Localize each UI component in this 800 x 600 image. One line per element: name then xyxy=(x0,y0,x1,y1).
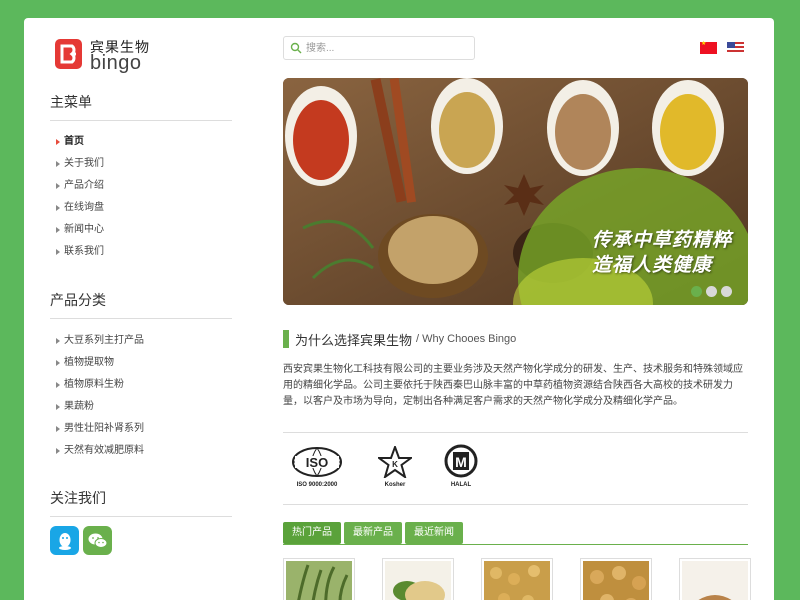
banner-slogan: 传承中草药精粹 造福人类健康 xyxy=(592,228,732,278)
category-menu: 大豆系列主打产品 植物提取物 植物原料生粉 果蔬粉 男性壮阳补肾系列 天然有效减… xyxy=(50,330,232,462)
category-item-extract[interactable]: 植物提取物 xyxy=(50,352,232,374)
slider-dot-2[interactable] xyxy=(706,286,717,297)
iso-icon: ISO xyxy=(292,447,342,477)
product-tabs: 热门产品 最新产品 最近新闻 xyxy=(283,522,463,544)
bingo-logo-icon xyxy=(55,39,82,69)
product-card[interactable] xyxy=(580,558,652,600)
soybeans-closeup-thumbnail xyxy=(583,561,649,600)
menu-item-about[interactable]: 关于我们 xyxy=(50,153,232,175)
category-item-slimming[interactable]: 天然有效减肥原料 xyxy=(50,440,232,462)
qq-icon[interactable] xyxy=(50,526,79,555)
halal-icon: M xyxy=(444,444,478,478)
kosher-label: Kosher xyxy=(384,482,406,488)
product-card[interactable] xyxy=(382,558,454,600)
hero-banner[interactable]: 传承中草药精粹 造福人类健康 xyxy=(283,78,748,305)
menu-item-contact[interactable]: 联系我们 xyxy=(50,241,232,263)
grain-pile-thumbnail xyxy=(682,561,748,600)
halal-label: HALAL xyxy=(450,482,472,488)
soybeans-thumbnail xyxy=(484,561,550,600)
tab-latest-news[interactable]: 最近新闻 xyxy=(405,522,463,544)
search-box[interactable] xyxy=(283,36,475,60)
menu-item-news[interactable]: 新闻中心 xyxy=(50,219,232,241)
menu-item-home[interactable]: 首页 xyxy=(50,131,232,153)
svg-text:M: M xyxy=(455,454,467,470)
us-flag-icon[interactable] xyxy=(727,42,744,54)
iso-cert: ISO ISO 9000:2000 xyxy=(289,446,345,488)
china-flag-icon[interactable] xyxy=(700,40,717,54)
slider-dots xyxy=(691,286,732,297)
category-item-soy[interactable]: 大豆系列主打产品 xyxy=(50,330,232,352)
kosher-icon: K xyxy=(375,444,415,480)
slider-dot-1[interactable] xyxy=(691,286,702,297)
category-item-raw-powder[interactable]: 植物原料生粉 xyxy=(50,374,232,396)
svg-text:ISO: ISO xyxy=(306,455,328,470)
page-container: 宾果生物 bingo 主菜单 首页 关于我们 产品介绍 在线询盘 新闻中心 联系… xyxy=(24,18,774,600)
product-list xyxy=(283,558,751,600)
divider xyxy=(283,504,748,505)
slider-dot-3[interactable] xyxy=(721,286,732,297)
menu-item-inquiry[interactable]: 在线询盘 xyxy=(50,197,232,219)
tab-new-products[interactable]: 最新产品 xyxy=(344,522,402,544)
category-item-fruit-veg-powder[interactable]: 果蔬粉 xyxy=(50,396,232,418)
category-title: 产品分类 xyxy=(50,290,232,319)
soybean-bowl-thumbnail xyxy=(385,561,451,600)
product-card[interactable] xyxy=(481,558,553,600)
product-card[interactable] xyxy=(679,558,751,600)
certifications: ISO ISO 9000:2000 K Kosher M HALAL xyxy=(289,444,481,488)
category-item-male-health[interactable]: 男性壮阳补肾系列 xyxy=(50,418,232,440)
tabs-underline xyxy=(283,544,748,545)
banner-slogan-line1: 传承中草药精粹 xyxy=(591,230,732,251)
search-input[interactable] xyxy=(306,37,471,59)
svg-text:K: K xyxy=(392,460,398,469)
about-heading: 为什么选择宾果生物 / Why Chooes Bingo xyxy=(283,330,516,348)
menu-item-products[interactable]: 产品介绍 xyxy=(50,175,232,197)
divider xyxy=(283,432,748,433)
kosher-cert: K Kosher xyxy=(375,444,415,488)
search-icon xyxy=(290,42,302,54)
social-links xyxy=(50,526,112,555)
brand-logo[interactable]: 宾果生物 bingo xyxy=(54,36,184,76)
tab-hot-products[interactable]: 热门产品 xyxy=(283,522,341,544)
about-title: 为什么选择宾果生物 xyxy=(295,332,413,348)
brand-name-en: bingo xyxy=(90,52,142,74)
halal-cert: M HALAL xyxy=(441,444,481,488)
iso-label: ISO 9000:2000 xyxy=(296,482,338,488)
main-menu: 首页 关于我们 产品介绍 在线询盘 新闻中心 联系我们 xyxy=(50,131,232,263)
follow-title: 关注我们 xyxy=(50,488,232,517)
about-subtitle: / Why Chooes Bingo xyxy=(416,333,517,345)
main-menu-title: 主菜单 xyxy=(50,92,232,121)
wechat-icon[interactable] xyxy=(83,526,112,555)
product-card[interactable] xyxy=(283,558,355,600)
about-description: 西安宾果生物化工科技有限公司的主要业务涉及天然产物化学成分的研发、生产、技术服务… xyxy=(283,364,743,407)
banner-slogan-line2: 造福人类健康 xyxy=(591,255,712,276)
herb-plant-thumbnail xyxy=(286,561,352,600)
heading-accent-bar xyxy=(283,330,289,348)
